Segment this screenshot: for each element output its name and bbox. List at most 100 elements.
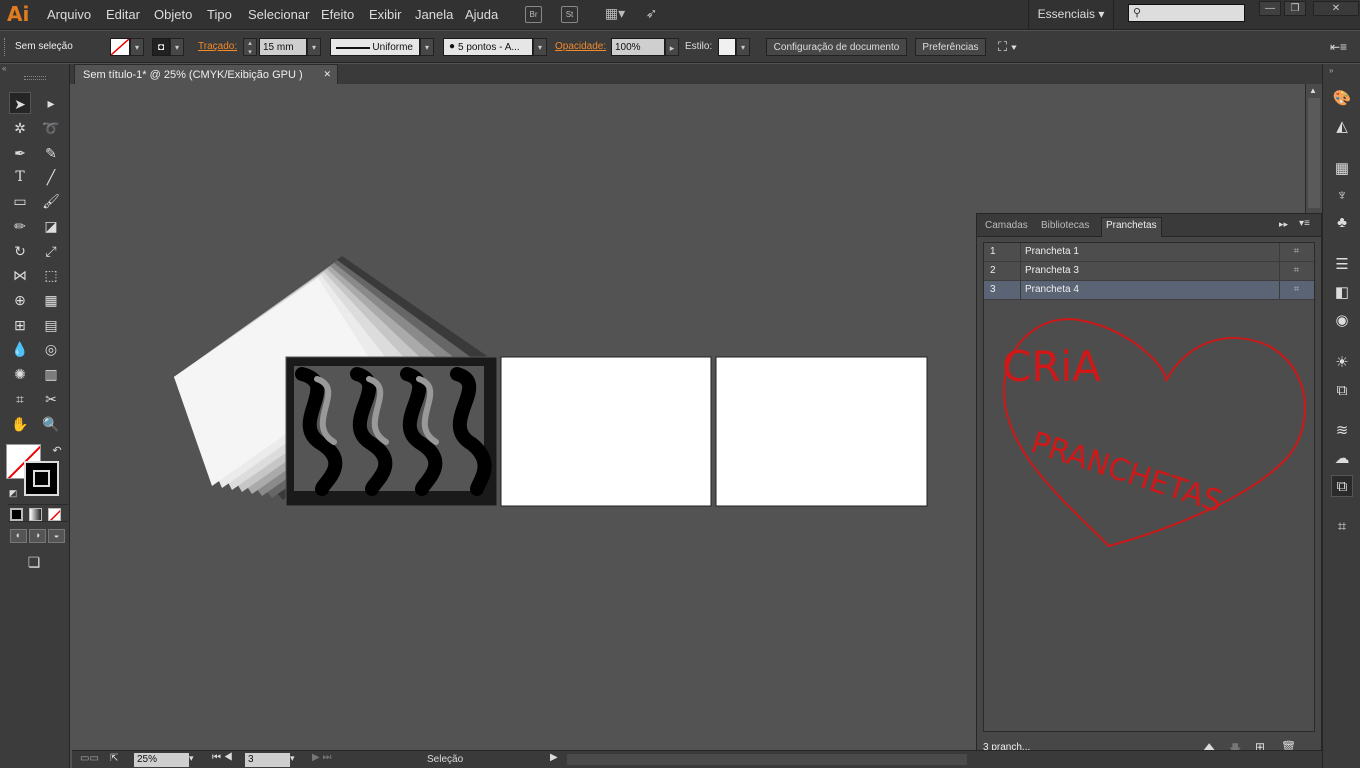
artboard-name[interactable]: Prancheta 4 xyxy=(1020,281,1079,299)
align-transform-icon[interactable]: ⛶ ▾ xyxy=(998,38,1017,56)
workspace-switcher[interactable]: Essenciais ▾ xyxy=(1028,0,1114,30)
rectangle-tool-icon[interactable]: ▭ xyxy=(9,190,31,212)
menu-janela[interactable]: Janela xyxy=(415,7,453,22)
gpu-icon[interactable]: ▭▭ xyxy=(80,753,99,764)
opacity-field[interactable]: 100% xyxy=(611,38,665,56)
gradient-mode-icon[interactable] xyxy=(29,508,42,521)
free-transform-tool-icon[interactable]: ⬚ xyxy=(40,264,62,286)
fill-dropdown[interactable]: ▾ xyxy=(130,38,144,56)
perspective-grid-tool-icon[interactable]: ▦ xyxy=(40,289,62,311)
paintbrush-tool-icon[interactable]: 🖌 xyxy=(40,190,62,212)
zoom-tool-icon[interactable]: 🔍 xyxy=(40,413,62,435)
collapse-panel-icon[interactable]: ▸▸ xyxy=(1279,219,1288,230)
swap-colors-icon[interactable]: ↶ xyxy=(46,440,68,462)
scroll-thumb[interactable] xyxy=(1308,98,1320,208)
gradient-panel-icon[interactable]: ◧ xyxy=(1331,282,1353,304)
curvature-tool-icon[interactable]: ✎ xyxy=(40,142,62,164)
artboard-options-icon[interactable]: ⌗ xyxy=(1279,281,1313,299)
menu-selecionar[interactable]: Selecionar xyxy=(248,7,309,22)
swatches-icon[interactable]: ▦ xyxy=(1331,158,1353,180)
share-icon[interactable]: ⇱ xyxy=(110,753,118,764)
blend-tool-icon[interactable]: ◎ xyxy=(40,338,62,360)
rotate-tool-icon[interactable]: ↻ xyxy=(9,240,31,262)
direct-selection-tool-icon[interactable]: ▸ xyxy=(40,92,62,114)
profile-dropdown[interactable]: ▾ xyxy=(420,38,434,56)
preferences-button[interactable]: Preferências xyxy=(915,38,986,56)
panel-options-icon[interactable]: ▾≡ xyxy=(1299,218,1310,229)
menu-arquivo[interactable]: Arquivo xyxy=(47,7,91,22)
symbols-icon[interactable]: ♣ xyxy=(1331,212,1353,234)
tools-grip[interactable] xyxy=(24,76,46,80)
grip-handle[interactable] xyxy=(4,38,6,56)
color-mode-icon[interactable] xyxy=(10,508,23,521)
bridge-icon[interactable]: Br xyxy=(525,6,542,23)
selection-tool-icon[interactable]: ➤ xyxy=(9,92,31,114)
color-guide-icon[interactable]: ◭ xyxy=(1331,116,1353,138)
opacity-slider-toggle[interactable]: ▸ xyxy=(665,38,679,56)
menu-exibir[interactable]: Exibir xyxy=(369,7,402,22)
artboard-name[interactable]: Prancheta 3 xyxy=(1020,262,1079,280)
appearance-icon[interactable]: ☀ xyxy=(1331,352,1353,374)
menu-editar[interactable]: Editar xyxy=(106,7,140,22)
horizontal-scrollbar[interactable] xyxy=(567,754,967,765)
eyedropper-tool-icon[interactable]: 💧 xyxy=(9,338,31,360)
zoom-dropdown[interactable]: ▾ xyxy=(189,753,194,764)
status-menu-icon[interactable]: ▶ xyxy=(550,752,558,763)
graphic-styles-icon[interactable]: ⧉ xyxy=(1331,380,1353,402)
slice-tool-icon[interactable]: ✂ xyxy=(40,388,62,410)
default-colors-icon[interactable]: ◩ xyxy=(2,482,24,504)
artboard-nav-dropdown[interactable]: ▾ xyxy=(290,753,295,764)
search-input[interactable]: ⚲ xyxy=(1128,4,1245,22)
tab-camadas[interactable]: Camadas xyxy=(981,218,1032,237)
stroke-label[interactable]: Traçado: xyxy=(198,38,237,56)
expand-panels-icon[interactable]: » xyxy=(1329,66,1333,75)
type-tool-icon[interactable]: T xyxy=(9,166,31,188)
zoom-field[interactable]: 25% xyxy=(134,753,189,767)
align-panel-icon[interactable]: ⌗ xyxy=(1331,516,1353,538)
none-mode-icon[interactable] xyxy=(48,508,61,521)
symbol-sprayer-tool-icon[interactable]: ✺ xyxy=(9,363,31,385)
stroke-swatch[interactable]: ◘ xyxy=(152,38,170,56)
scale-tool-icon[interactable]: ⤢ xyxy=(40,240,62,262)
layers-icon[interactable]: ≋ xyxy=(1331,420,1353,442)
color-panel-icon[interactable]: 🎨 xyxy=(1331,88,1353,110)
fill-swatch[interactable] xyxy=(110,38,130,56)
document-setup-button[interactable]: Configuração de documento xyxy=(766,38,907,56)
artboard-options-icon[interactable]: ⌗ xyxy=(1279,243,1313,261)
restore-button[interactable]: ❐ xyxy=(1284,1,1306,16)
document-tab[interactable]: Sem título-1* @ 25% (CMYK/Exibição GPU )… xyxy=(74,64,338,84)
artboard-nav-field[interactable]: 3 xyxy=(245,753,290,767)
pencil-tool-icon[interactable]: ✏ xyxy=(9,215,31,237)
opacity-label[interactable]: Opacidade: xyxy=(555,38,606,56)
gpu-rocket-icon[interactable]: ➶ xyxy=(643,6,660,23)
stroke-weight-field[interactable]: 15 mm xyxy=(259,38,307,56)
brush-definition[interactable]: 5 pontos - A... xyxy=(443,38,533,56)
stroke-stepper[interactable]: ▴ ▾ xyxy=(243,38,257,56)
menu-ajuda[interactable]: Ajuda xyxy=(465,7,498,22)
next-artboard-icon[interactable]: ▶ ⏭ xyxy=(312,752,331,763)
lasso-tool-icon[interactable]: ➰ xyxy=(40,117,62,139)
artboards-icon[interactable]: ⧉ xyxy=(1331,475,1353,497)
menu-tipo[interactable]: Tipo xyxy=(207,7,232,22)
transparency-icon[interactable]: ◉ xyxy=(1331,310,1353,332)
pen-tool-icon[interactable]: ✒ xyxy=(9,142,31,164)
panel-menu-icon[interactable]: ⇤≡ xyxy=(1330,38,1347,56)
width-tool-icon[interactable]: ⋈ xyxy=(9,264,31,286)
libraries-icon[interactable]: ☁ xyxy=(1331,448,1353,470)
close-tab-icon[interactable]: ✕ xyxy=(323,69,331,80)
tab-bibliotecas[interactable]: Bibliotecas xyxy=(1037,218,1093,237)
draw-inside-icon[interactable]: ◒ xyxy=(48,529,65,543)
brush-dropdown[interactable]: ▾ xyxy=(533,38,547,56)
eraser-tool-icon[interactable]: ◪ xyxy=(40,215,62,237)
artboard-name[interactable]: Prancheta 1 xyxy=(1020,243,1079,261)
artboard-row[interactable]: 2 Prancheta 3 ⌗ xyxy=(984,262,1314,281)
scroll-up-icon[interactable]: ▲ xyxy=(1309,86,1317,95)
tab-pranchetas[interactable]: Pranchetas xyxy=(1101,217,1162,237)
artboard-row[interactable]: 1 Prancheta 1 ⌗ xyxy=(984,243,1314,262)
shape-builder-tool-icon[interactable]: ⊕ xyxy=(9,289,31,311)
draw-normal-icon[interactable]: ◐ xyxy=(10,529,27,543)
artboard-tool-icon[interactable]: ⌗ xyxy=(9,388,31,410)
column-graph-tool-icon[interactable]: ▥ xyxy=(40,363,62,385)
screen-mode-icon[interactable]: ❏ xyxy=(23,551,45,573)
menu-efeito[interactable]: Efeito xyxy=(321,7,354,22)
